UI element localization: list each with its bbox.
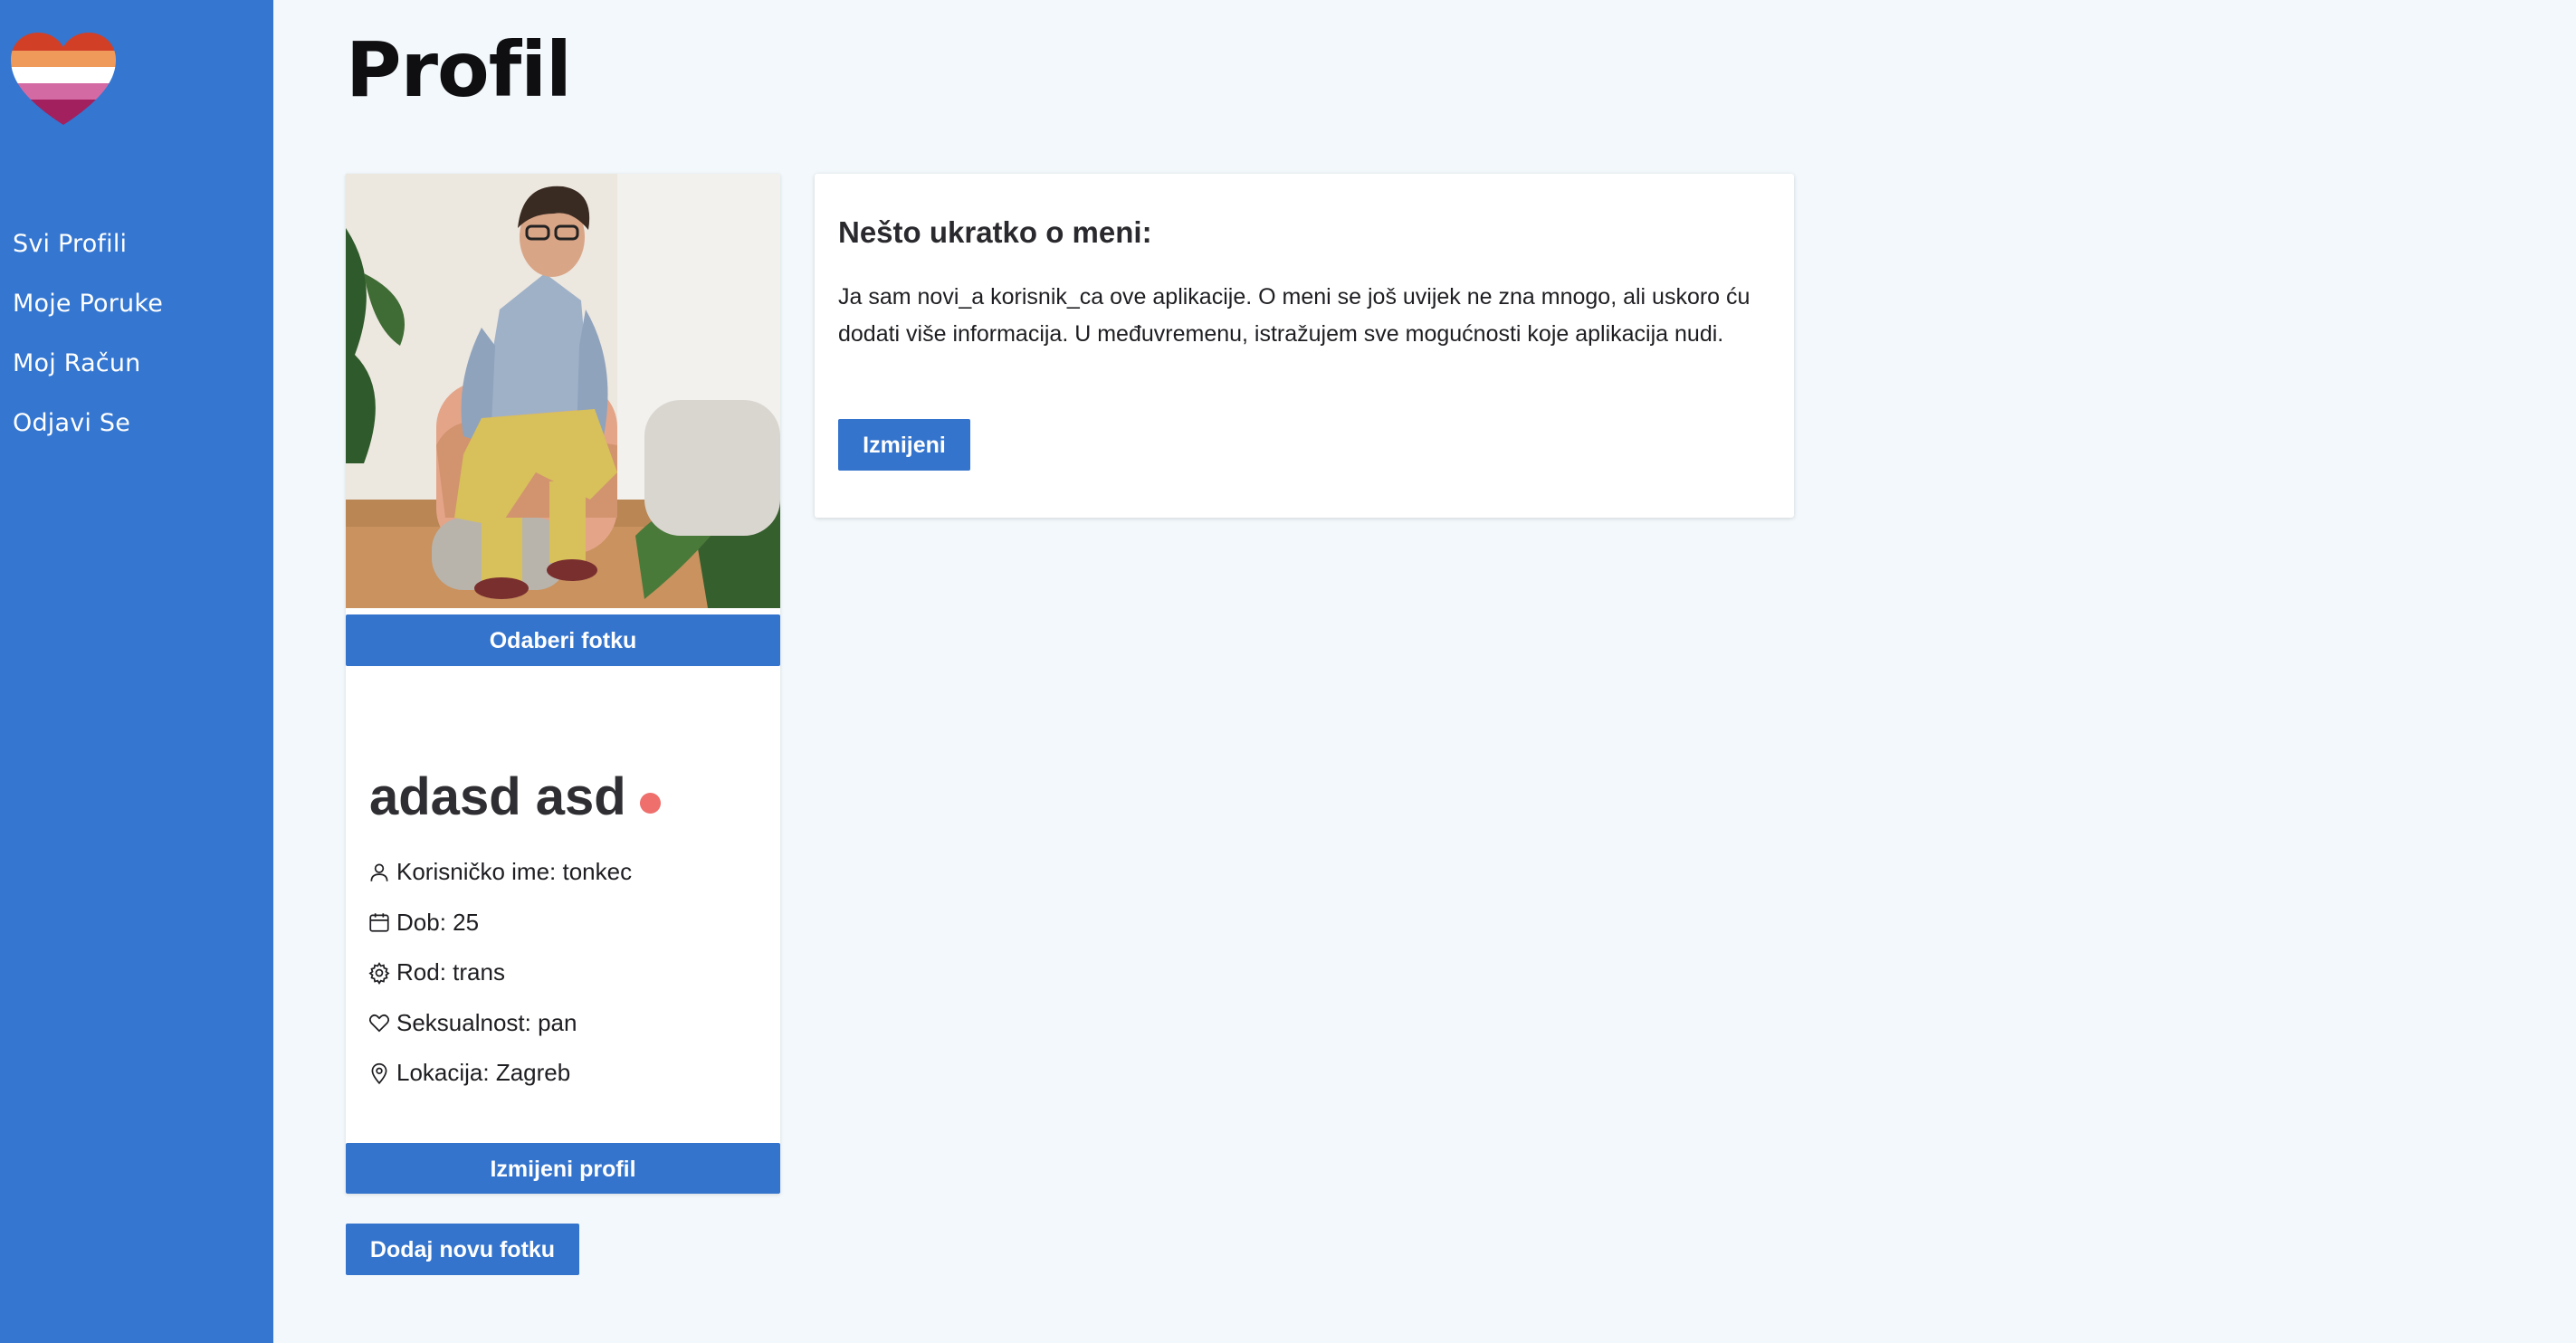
detail-sexuality: Seksualnost: pan [367, 998, 766, 1049]
detail-gender: Rod: trans [367, 948, 766, 998]
sidebar-item-moj-racun[interactable]: Moj Račun [13, 337, 163, 396]
gear-icon [368, 961, 390, 985]
edit-about-button[interactable]: Izmijeni [838, 419, 970, 471]
status-dot [640, 793, 661, 814]
sidebar-item-odjavi-se[interactable]: Odjavi Se [13, 396, 163, 456]
profile-details: Korisničko ime: tonkec Dob: 25 Rod: tran… [367, 847, 766, 1099]
detail-age-text: Dob: 25 [396, 908, 480, 936]
location-pin-icon [371, 1062, 387, 1084]
about-text: Ja sam novi_a korisnik_ca ove aplikacije… [838, 284, 1751, 347]
profile-name: adasd asd [369, 767, 626, 826]
calendar-icon [369, 913, 389, 932]
detail-location: Lokacija: Zagreb [367, 1048, 766, 1099]
sidebar: Svi Profili Moje Poruke Moj Račun Odjavi… [0, 0, 273, 1343]
user-icon [370, 863, 388, 881]
page-title: Profil [346, 25, 572, 114]
detail-username: Korisničko ime: tonkec [367, 847, 766, 898]
detail-gender-text: Rod: trans [396, 958, 505, 986]
about-title: Nešto ukratko o meni: [838, 215, 1152, 249]
pick-photo-button[interactable]: Odaberi fotku [346, 614, 780, 666]
sidebar-nav: Svi Profili Moje Poruke Moj Račun Odjavi… [13, 217, 163, 456]
detail-age: Dob: 25 [367, 898, 766, 948]
detail-sexuality-text: Seksualnost: pan [396, 1008, 577, 1036]
heart-icon [368, 1014, 390, 1033]
rainbow-heart-icon[interactable] [9, 31, 118, 130]
sidebar-item-moje-poruke[interactable]: Moje Poruke [13, 277, 163, 337]
about-card: Nešto ukratko o meni: Ja sam novi_a kori… [815, 174, 1794, 518]
edit-profile-button[interactable]: Izmijeni profil [346, 1143, 780, 1194]
detail-username-text: Korisničko ime: tonkec [396, 858, 633, 886]
sidebar-item-svi-profili[interactable]: Svi Profili [13, 217, 163, 277]
add-photo-button[interactable]: Dodaj novu fotku [346, 1224, 579, 1275]
profile-card: Odaberi fotku adasd asd Korisničko ime: … [346, 174, 780, 1194]
detail-location-text: Lokacija: Zagreb [396, 1059, 571, 1087]
profile-photo [346, 174, 780, 608]
